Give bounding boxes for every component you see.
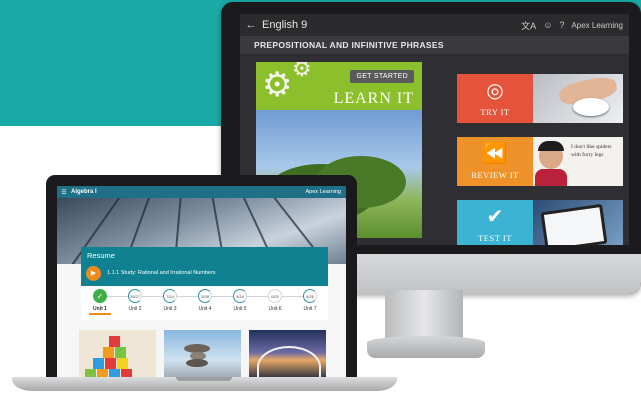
teacher-video-image: I don't like spiders with furry legs [533,137,623,186]
laptop: ☰ Algebra I Apex Learning Resume ▶ 1.1.1… [46,175,357,381]
balancing-stone [186,359,208,367]
toy-block [117,358,128,369]
review-it-card[interactable]: ⏪ REVIEW IT I don't like spiders with fu… [457,137,623,186]
unit-thumbnail-balance[interactable] [164,330,241,379]
unit-thumbnail-blocks[interactable] [79,330,156,379]
test-it-card[interactable]: ✔ TEST IT [457,200,623,245]
tablet-image [533,200,623,245]
unit-5[interactable]: 4/34 Unit 5 [223,289,257,312]
unit-3[interactable]: 7/24 Unit 3 [153,289,187,312]
gear-icon: ⚙ [292,62,312,81]
unit-label: Unit 5 [233,306,247,312]
bridge-arch [257,346,321,379]
review-it-panel: ⏪ REVIEW IT [457,137,533,186]
translate-icon[interactable]: 文A [521,19,536,32]
laptop-screen: ☰ Algebra I Apex Learning Resume ▶ 1.1.1… [57,186,346,379]
unit-label: Unit 1 [93,306,107,312]
learn-it-header: ⚙ ⚙ GET STARTED LEARN IT [256,62,422,110]
unit-1[interactable]: ✓ Unit 1 [83,289,117,315]
lesson-title: PREPOSITIONAL AND INFINITIVE PHRASES [240,36,629,54]
play-icon[interactable]: ▶ [86,266,101,281]
monitor-stand-base [367,336,485,358]
unit-progress-ring: 4/34 [233,289,247,303]
monitor-stand [385,290,463,340]
course-title: English 9 [262,19,308,31]
try-it-label: TRY IT [480,107,510,117]
help-icon[interactable]: ? [559,20,564,30]
computer-mouse [573,98,609,116]
checkmark-icon: ✓ [93,289,107,303]
laptop-notch [176,377,232,381]
unit-progress-ring: 4/26 [303,289,317,303]
course-title: Algebra I [71,189,97,195]
target-icon: ◎ [486,80,504,102]
unit-thumbnail-bridge[interactable] [249,330,326,379]
toy-block [103,347,114,358]
try-it-panel: ◎ TRY IT [457,74,533,123]
unit-6[interactable]: 0/20 Unit 6 [258,289,292,312]
menu-icon[interactable]: ☰ [57,189,71,196]
unit-label: Unit 3 [163,306,177,312]
checkmark-icon: ✔ [486,206,504,228]
unit-progress-ring: 25/27 [128,289,142,303]
back-arrow-icon[interactable]: ← [240,19,262,31]
toy-block [115,347,126,358]
resume-panel[interactable]: Resume ▶ 1.1.1 Study: Rational and Irrat… [81,247,328,286]
unit-2[interactable]: 25/27 Unit 2 [118,289,152,312]
unit-progress-ring: 0/20 [268,289,282,303]
unit-label: Unit 4 [198,306,212,312]
unit-label: Unit 7 [303,306,317,312]
active-unit-indicator [89,313,111,315]
unit-progress-bar: ✓ Unit 1 25/27 Unit 2 7/24 Unit 3 3/28 U… [81,286,328,320]
unit-label: Unit 6 [268,306,282,312]
apex-logo: Apex Learning [571,20,623,30]
teacher-hair [538,141,564,151]
unit-progress-ring: 3/28 [198,289,212,303]
get-started-button[interactable]: GET STARTED [350,70,414,83]
gear-icon: ⚙ [262,66,293,104]
toy-block [93,358,104,369]
unit-7[interactable]: 4/26 Unit 7 [293,289,327,312]
accessibility-icon[interactable]: ☺ [543,20,552,30]
toy-block [105,358,116,369]
apex-logo: Apex Learning [305,189,341,195]
unit-progress-ring: 7/24 [163,289,177,303]
unit-4[interactable]: 3/28 Unit 4 [188,289,222,312]
monitor-header: ← English 9 文A ☺ ? Apex Learning [240,14,629,36]
resume-title: Resume [87,251,115,260]
mouse-hand-image [533,74,623,123]
whiteboard-quote: I don't like spiders with furry legs [571,144,612,158]
rewind-icon: ⏪ [482,143,508,165]
unit-label: Unit 2 [128,306,142,312]
review-it-label: REVIEW IT [471,170,519,180]
teacher-body [535,169,567,186]
toy-block [109,336,120,347]
tablet [540,203,608,245]
test-it-panel: ✔ TEST IT [457,200,533,245]
test-it-label: TEST IT [478,233,512,243]
try-it-card[interactable]: ◎ TRY IT [457,74,623,123]
laptop-header: ☰ Algebra I Apex Learning [57,186,346,198]
learn-it-label: LEARN IT [333,90,414,107]
resume-lesson[interactable]: 1.1.1 Study: Rational and Irrational Num… [107,270,216,276]
